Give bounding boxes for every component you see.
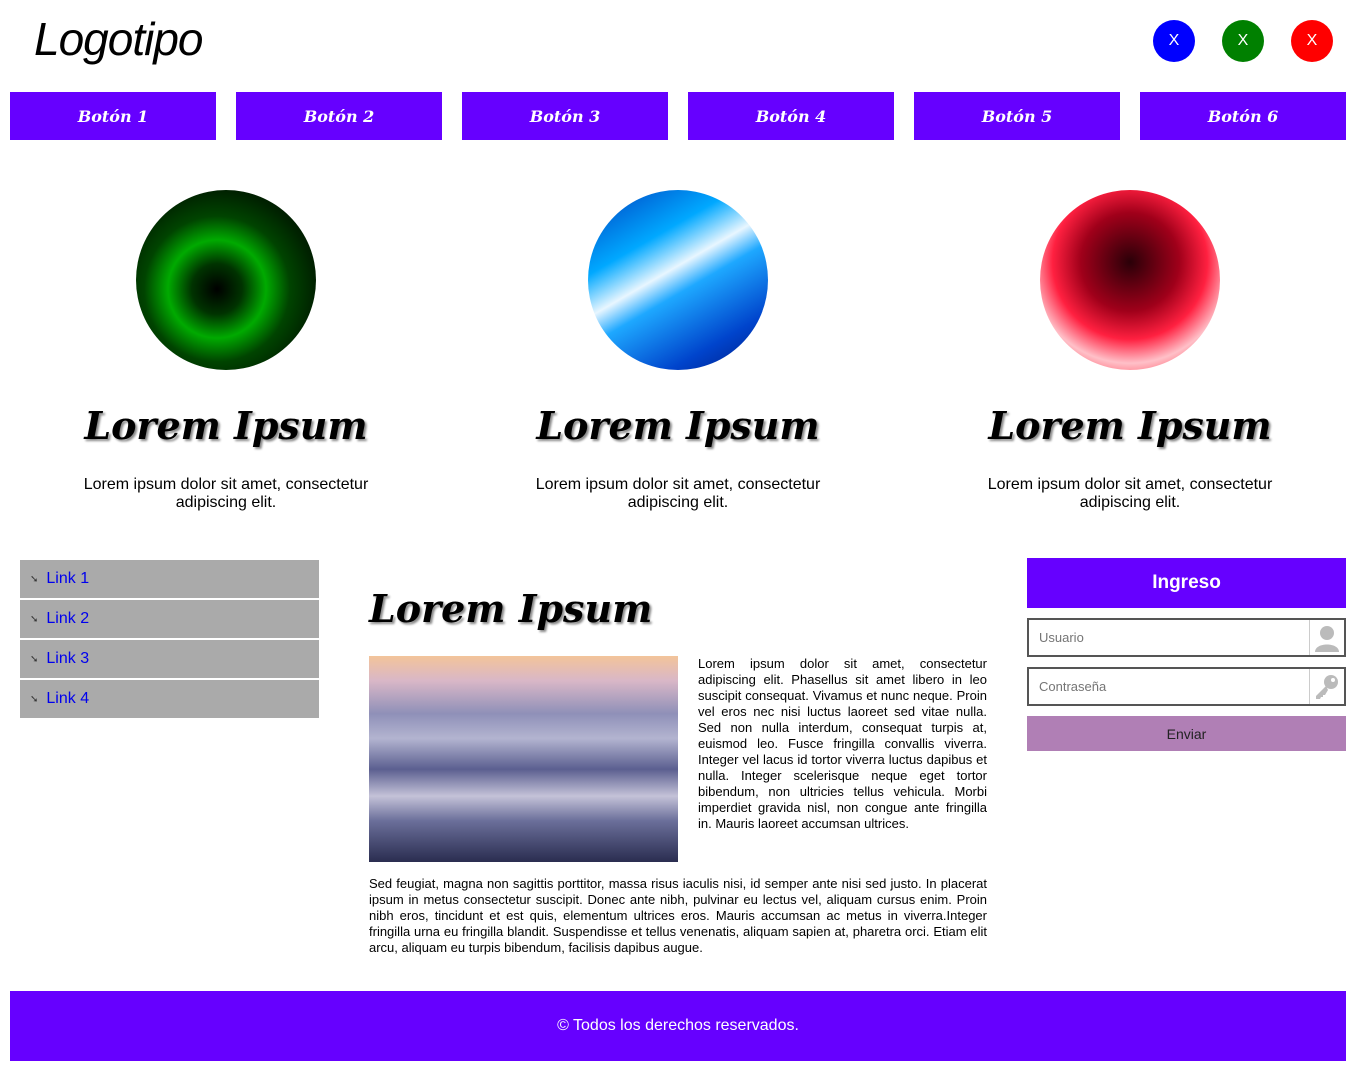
feature-title: Lorem Ipsum	[84, 403, 368, 448]
main-nav: Botón 1 Botón 2 Botón 3 Botón 4 Botón 5 …	[10, 92, 1346, 140]
feature-card: Lorem Ipsum Lorem ipsum dolor sit amet, …	[478, 190, 878, 512]
feature-image-green	[136, 190, 316, 370]
feature-card: Lorem Ipsum Lorem ipsum dolor sit amet, …	[26, 190, 426, 512]
username-field-wrapper	[1027, 618, 1346, 657]
article-paragraph-1: Lorem ipsum dolor sit amet, consectetur …	[698, 656, 987, 831]
feature-text: Lorem ipsum dolor sit amet, consectetur …	[535, 476, 821, 511]
sidebar-item-label[interactable]: Link 1	[46, 570, 89, 588]
nav-button-4[interactable]: Botón 4	[688, 92, 894, 140]
header: Logotipo X X X	[0, 0, 1356, 92]
sidebar-item-link-2[interactable]: ➘ Link 2	[20, 600, 319, 638]
login-title: Ingreso	[1027, 558, 1346, 608]
nav-button-2[interactable]: Botón 2	[236, 92, 442, 140]
red-round-button[interactable]: X	[1291, 20, 1333, 62]
sidebar-links: ➘ Link 1 ➘ Link 2 ➘ Link 3 ➘ Link 4	[20, 560, 319, 720]
sidebar-item-link-1[interactable]: ➘ Link 1	[20, 560, 319, 598]
blue-round-button[interactable]: X	[1153, 20, 1195, 62]
bullet-icon: ➘	[30, 613, 39, 625]
green-round-button[interactable]: X	[1222, 20, 1264, 62]
feature-title: Lorem Ipsum	[536, 403, 820, 448]
nav-button-1[interactable]: Botón 1	[10, 92, 216, 140]
feature-image-red	[1040, 190, 1220, 370]
login-panel: Ingreso Enviar	[1027, 558, 1346, 751]
feature-text: Lorem ipsum dolor sit amet, consectetur …	[987, 476, 1273, 511]
logo: Logotipo	[34, 13, 203, 65]
sidebar-item-link-4[interactable]: ➘ Link 4	[20, 680, 319, 718]
bullet-icon: ➘	[30, 693, 39, 705]
feature-card: Lorem Ipsum Lorem ipsum dolor sit amet, …	[930, 190, 1330, 512]
nav-button-6[interactable]: Botón 6	[1140, 92, 1346, 140]
article-title: Lorem Ipsum	[369, 586, 653, 631]
article-paragraph-2: Sed feugiat, magna non sagittis porttito…	[369, 876, 987, 955]
sidebar-item-label[interactable]: Link 4	[46, 690, 89, 708]
nav-button-5[interactable]: Botón 5	[914, 92, 1120, 140]
key-icon	[1309, 669, 1344, 704]
sidebar-item-label[interactable]: Link 3	[46, 650, 89, 668]
password-field-wrapper	[1027, 667, 1346, 706]
article: Lorem Ipsum Lorem ipsum dolor sit amet, …	[369, 585, 987, 955]
user-icon	[1309, 620, 1344, 655]
feature-title: Lorem Ipsum	[988, 403, 1272, 448]
sidebar-item-link-3[interactable]: ➘ Link 3	[20, 640, 319, 678]
submit-button[interactable]: Enviar	[1027, 716, 1346, 751]
article-landscape-image	[369, 656, 678, 862]
sidebar-item-label[interactable]: Link 2	[46, 610, 89, 628]
username-input[interactable]	[1029, 620, 1309, 655]
feature-text: Lorem ipsum dolor sit amet, consectetur …	[83, 476, 369, 511]
bullet-icon: ➘	[30, 653, 39, 665]
feature-image-blue	[588, 190, 768, 370]
bullet-icon: ➘	[30, 573, 39, 585]
footer: © Todos los derechos reservados.	[10, 991, 1346, 1061]
password-input[interactable]	[1029, 669, 1309, 704]
nav-button-3[interactable]: Botón 3	[462, 92, 668, 140]
